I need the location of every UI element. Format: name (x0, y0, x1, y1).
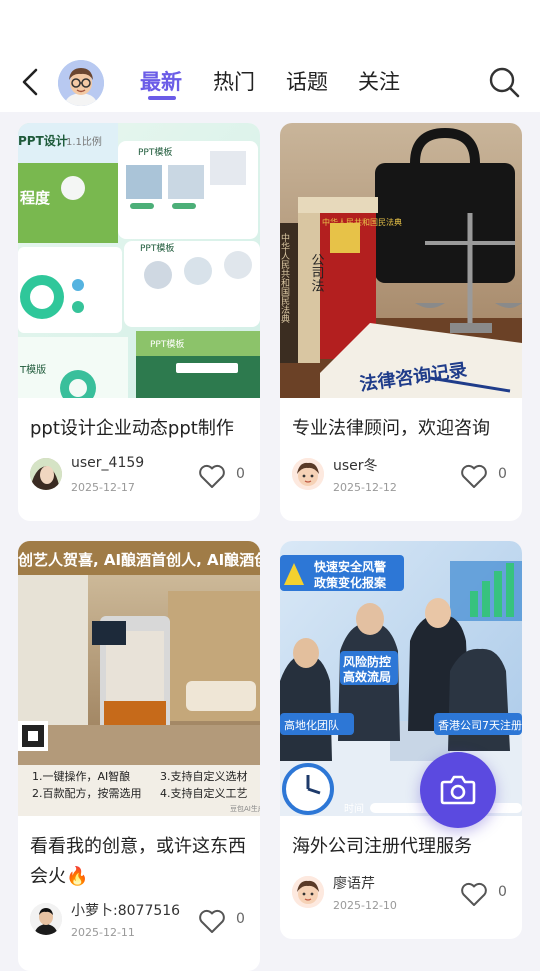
img-text: 2.百款配方，按需选用 (32, 786, 142, 800)
tab-hot-label: 热门 (213, 70, 255, 94)
avatar-cartoon-icon (292, 876, 324, 908)
tab-following-label: 关注 (358, 70, 400, 94)
img-text: 中华人民共和国民法典 (280, 232, 290, 324)
user-avatar[interactable] (58, 60, 104, 106)
like-count: 0 (498, 884, 507, 900)
author-avatar[interactable] (30, 903, 62, 935)
img-text: 高地化团队 (284, 718, 339, 732)
camera-icon (440, 775, 476, 805)
like-count: 0 (236, 911, 245, 927)
img-text: 豆包AI生成 (230, 804, 260, 813)
img-text: 风险防控 (343, 654, 391, 669)
author-avatar[interactable] (30, 458, 62, 490)
like-count: 0 (498, 466, 507, 482)
heart-icon[interactable] (198, 908, 226, 934)
camera-post-button[interactable] (420, 752, 496, 828)
post-date: 2025-12-10 (333, 899, 397, 912)
law-books-picture: 中华人民共和国民法典 公司法 中华人民共和国民法典 法律咨询记录 (280, 123, 522, 398)
ppt-template-picture: PPT设计 1.1比例 PPT模板 程度 PPT模板 PPT模板 T模版 (18, 123, 260, 398)
tab-hot[interactable]: 热门 (213, 62, 255, 102)
img-text: 香港公司7天注册 (438, 718, 522, 732)
img-text: 创艺人贺喜, AI酿酒首创人, AI酿酒创意 (18, 551, 260, 569)
author-name: user冬 (333, 458, 378, 474)
author-avatar[interactable] (292, 458, 324, 490)
post-card[interactable]: PPT设计 1.1比例 PPT模板 程度 PPT模板 PPT模板 T模版 ppt… (18, 123, 260, 521)
post-title: 海外公司注册代理服务 (292, 836, 472, 857)
post-date: 2025-12-11 (71, 926, 135, 939)
post-card[interactable]: 中华人民共和国民法典 公司法 中华人民共和国民法典 法律咨询记录 专业法律顾问，… (280, 123, 522, 521)
like-count: 0 (236, 466, 245, 482)
heart-icon[interactable] (460, 881, 488, 907)
post-image[interactable]: PPT设计 1.1比例 PPT模板 程度 PPT模板 PPT模板 T模版 (18, 123, 260, 398)
img-text: 4.支持自定义工艺 (160, 786, 248, 800)
img-text: 高效流局 (343, 669, 391, 684)
post-image[interactable]: 中华人民共和国民法典 公司法 中华人民共和国民法典 法律咨询记录 (280, 123, 522, 398)
tab-active-indicator (148, 96, 176, 100)
img-text: PPT模板 (138, 146, 172, 158)
img-text: 时间 (344, 802, 364, 815)
post-image[interactable]: 创艺人贺喜, AI酿酒首创人, AI酿酒创意 1.一键操作，AI智酿 2.百款配… (18, 541, 260, 816)
author-name: 廖语芹 (333, 876, 375, 892)
heart-icon[interactable] (198, 463, 226, 489)
author-name: user_4159 (71, 455, 145, 471)
heart-icon[interactable] (460, 463, 488, 489)
avatar-photo-icon (30, 903, 62, 935)
img-text: T模版 (19, 363, 46, 376)
avatar-cartoon-icon (292, 458, 324, 490)
tab-following[interactable]: 关注 (358, 62, 400, 102)
img-text: 政策变化报案 (314, 575, 387, 590)
avatar-photo-icon (30, 458, 62, 490)
img-text: 3.支持自定义选材 (160, 769, 248, 783)
author-name: 小萝卜:8077516 (71, 903, 181, 919)
post-date: 2025-12-12 (333, 481, 397, 494)
img-text: 快速安全风警 (314, 559, 386, 574)
back-arrow-icon[interactable] (18, 66, 42, 98)
post-title: 专业法律顾问，欢迎咨询 (292, 418, 490, 439)
ai-brewing-machine-picture: 创艺人贺喜, AI酿酒首创人, AI酿酒创意 1.一键操作，AI智酿 2.百款配… (18, 541, 260, 816)
avatar-cartoon-icon (58, 60, 104, 106)
img-text: 1.一键操作，AI智酿 (32, 769, 130, 783)
tab-topics[interactable]: 话题 (286, 62, 328, 102)
post-date: 2025-12-17 (71, 481, 135, 494)
tab-latest-label: 最新 (140, 70, 182, 94)
post-card[interactable]: 创艺人贺喜, AI酿酒首创人, AI酿酒创意 1.一键操作，AI智酿 2.百款配… (18, 541, 260, 971)
img-text: PPT模板 (140, 242, 174, 254)
author-avatar[interactable] (292, 876, 324, 908)
img-text: 中华人民共和国民法典 (322, 217, 402, 227)
img-text: PPT设计 (18, 133, 68, 148)
tab-latest[interactable]: 最新 (140, 62, 182, 102)
post-title: 看看我的创意，或许这东西会火🔥 (30, 836, 246, 887)
img-text: 1.1比例 (66, 135, 102, 148)
post-card[interactable]: 快速安全风警 政策变化报案 风险防控 高效流局 高地化团队 香港公司7天注册 时… (280, 541, 522, 939)
img-text: 公司法 (309, 253, 325, 292)
post-title: ppt设计企业动态ppt制作 (30, 418, 234, 439)
img-text: 程度 (20, 189, 51, 207)
top-bar: 最新 热门 话题 关注 (0, 0, 540, 112)
tab-topics-label: 话题 (286, 70, 328, 94)
img-text: PPT模板 (150, 338, 184, 350)
search-icon[interactable] (488, 66, 520, 98)
